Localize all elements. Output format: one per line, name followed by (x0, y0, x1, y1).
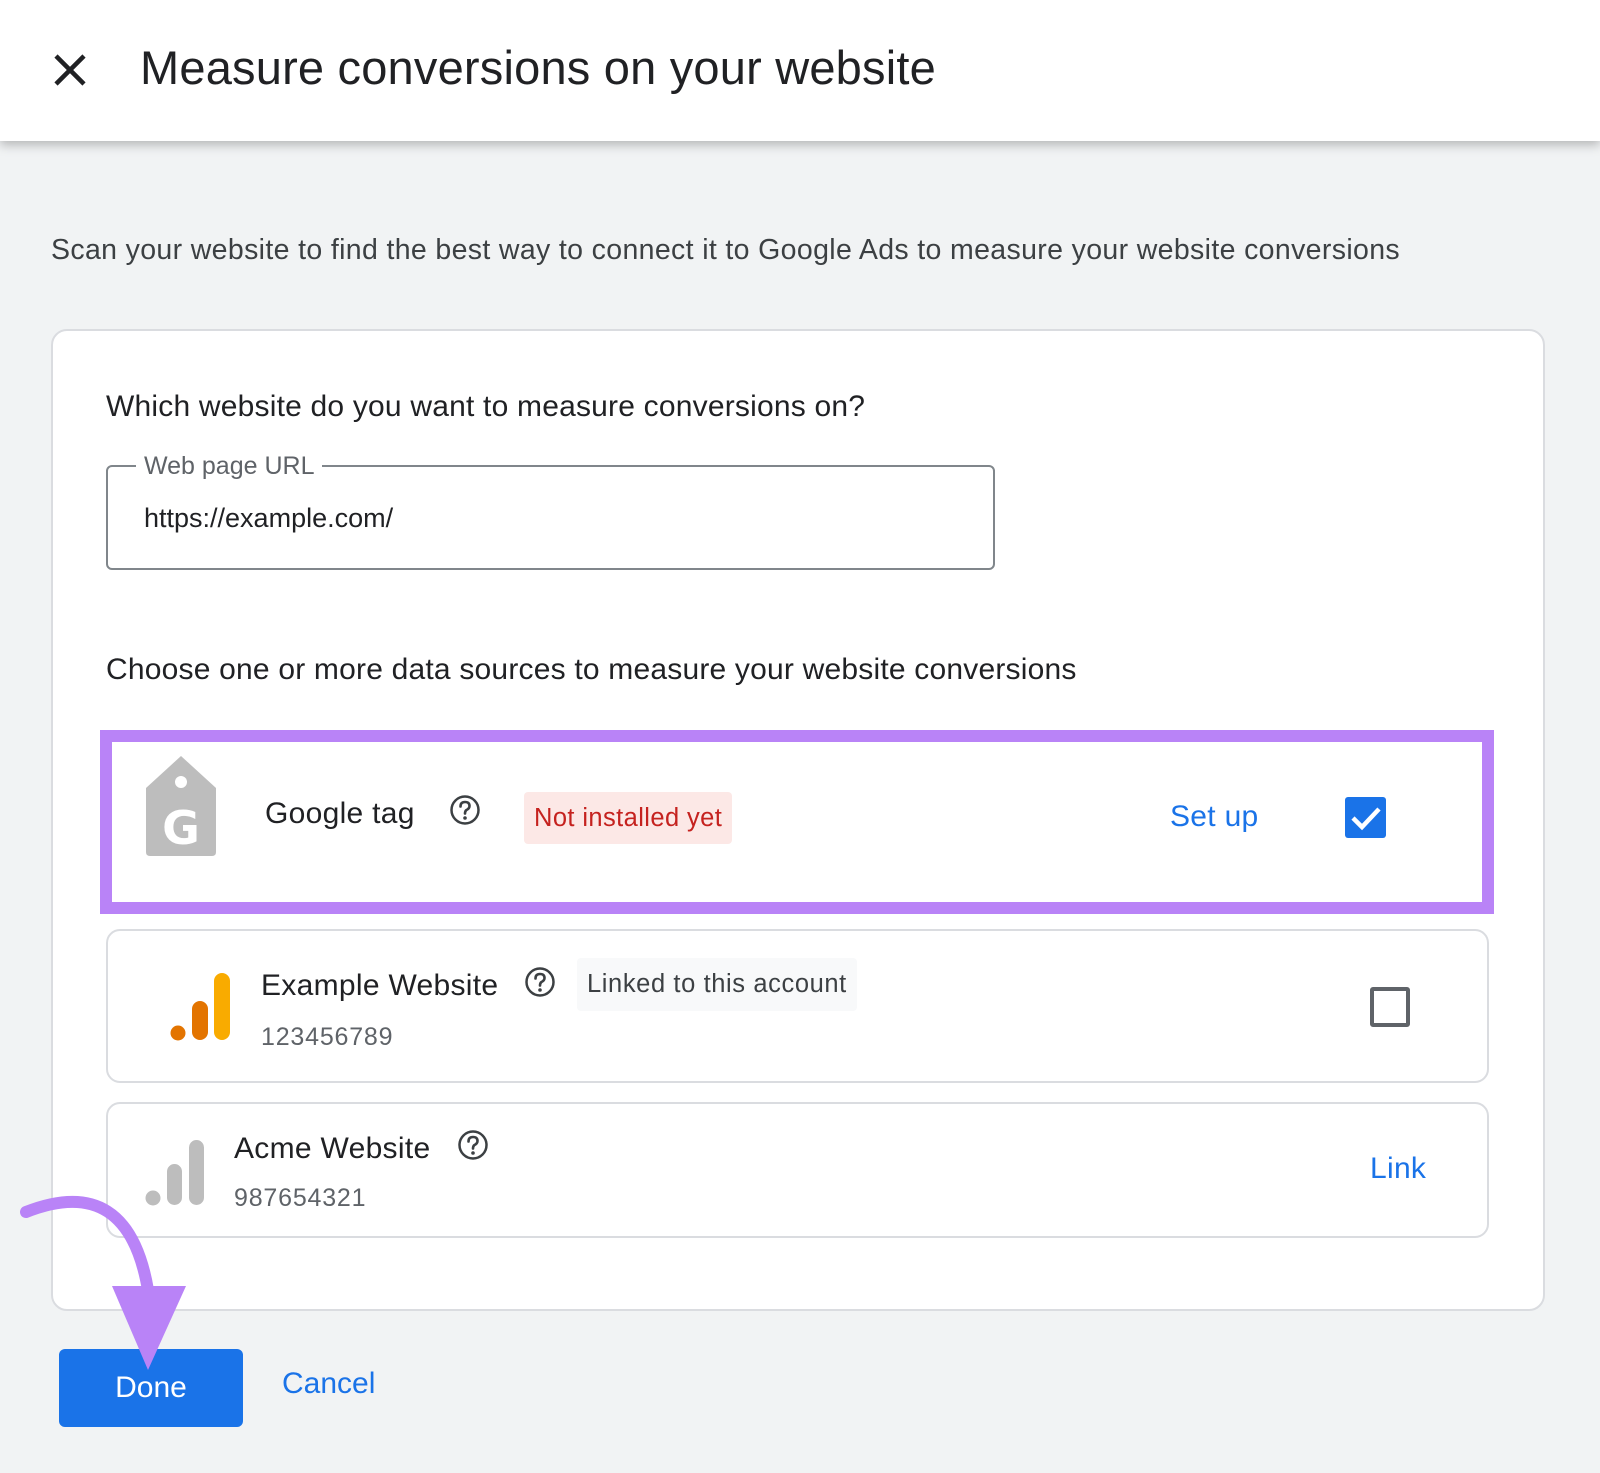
source-name-google-tag: Google tag (265, 797, 415, 830)
url-input[interactable]: Web page URL https://example.com/ (106, 453, 995, 570)
source-row-google-tag: G Google tag Not installed yet Set up (100, 730, 1494, 914)
dialog-header: Measure conversions on your website (0, 0, 1600, 141)
url-input-value[interactable]: https://example.com/ (144, 503, 393, 534)
source-name-acme-website: Acme Website (234, 1132, 431, 1165)
close-button[interactable] (48, 48, 92, 92)
help-icon[interactable] (449, 794, 481, 826)
sources-heading: Choose one or more data sources to measu… (106, 653, 1077, 686)
checkmark-icon (1351, 807, 1381, 831)
setup-link[interactable]: Set up (1170, 800, 1259, 834)
page-title: Measure conversions on your website (140, 41, 936, 94)
help-icon[interactable] (457, 1129, 489, 1161)
example-website-checkbox[interactable] (1370, 987, 1410, 1027)
svg-text:G: G (162, 801, 200, 855)
source-row-example-website: Example Website 123456789 Linked to this… (106, 929, 1489, 1083)
source-row-acme-website: Acme Website 987654321 Link (106, 1102, 1489, 1238)
close-icon (54, 54, 86, 86)
google-tag-checkbox[interactable] (1345, 797, 1386, 838)
url-input-label: Web page URL (136, 453, 323, 479)
done-button[interactable]: Done (59, 1349, 243, 1427)
source-name-example-website: Example Website (261, 969, 499, 1002)
website-question: Which website do you want to measure con… (106, 390, 866, 423)
cancel-button[interactable]: Cancel (282, 1367, 375, 1401)
status-badge: Linked to this account (577, 958, 857, 1011)
help-icon[interactable] (524, 966, 556, 998)
source-id: 987654321 (234, 1184, 367, 1212)
status-badge: Not installed yet (524, 792, 733, 844)
link-button[interactable]: Link (1370, 1152, 1426, 1186)
analytics-grey-icon (145, 1140, 204, 1206)
google-tag-icon: G (146, 756, 216, 856)
source-id: 123456789 (261, 1023, 394, 1051)
analytics-icon (170, 973, 230, 1041)
intro-text: Scan your website to find the best way t… (51, 234, 1400, 266)
